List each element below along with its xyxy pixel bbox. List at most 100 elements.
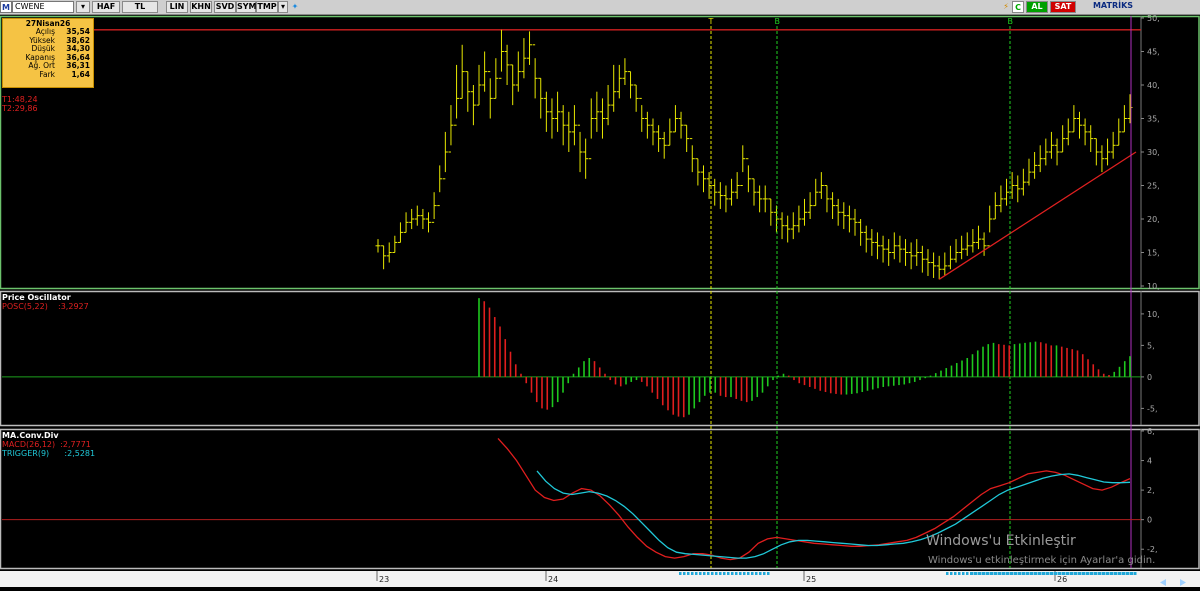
macd-tick-label: -2,: [1147, 545, 1158, 554]
scroll-right-arrow-icon[interactable]: [1180, 579, 1186, 586]
signal-label: B: [1008, 17, 1014, 26]
price-tick-label: 20,: [1147, 215, 1160, 224]
date-range-marker: [1110, 572, 1113, 575]
date-range-marker: [767, 572, 770, 575]
date-range-marker: [1130, 572, 1133, 575]
buy-button[interactable]: AL: [1026, 1, 1048, 13]
panel-frame: [0, 15, 1200, 290]
date-tick-label: 25: [806, 575, 816, 584]
macd-legend: MACD(26,12) :2,7771: [2, 440, 91, 449]
date-range-marker: [1010, 572, 1013, 575]
windows-activation-title: Windows'u Etkinleştir: [926, 533, 1076, 549]
date-range-marker: [1090, 572, 1093, 575]
template-button[interactable]: TMP: [256, 1, 278, 13]
osc-tick-label: 0: [1147, 373, 1152, 382]
macd-tick-label: 2,: [1147, 486, 1155, 495]
date-range-marker: [998, 572, 1001, 575]
date-range-marker: [739, 572, 742, 575]
osc-tick-label: 5,: [1147, 341, 1155, 350]
chart-canvas: 50, 45, 40, 35, 30, 25, 20, 15, 10, T B B 10, 5, 0 -5, 6…: [0, 14, 1200, 587]
chart-toolbar: M CWENE ▾ HAF TL LIN KHN SVD SYM TMP ▾ ✦…: [0, 0, 1200, 15]
date-range-marker: [1074, 572, 1077, 575]
matriks-brand: MATRİKS: [1088, 1, 1138, 13]
symbol-button[interactable]: SYM: [236, 1, 257, 13]
date-range-marker: [751, 572, 754, 575]
date-range-marker: [1102, 572, 1105, 575]
date-range-marker: [986, 572, 989, 575]
date-range-marker: [727, 572, 730, 575]
date-range-marker: [1134, 572, 1137, 575]
date-range-marker: [1062, 572, 1065, 575]
candle-button[interactable]: KHN: [190, 1, 212, 13]
chart-area: 50, 45, 40, 35, 30, 25, 20, 15, 10, T B B 10, 5, 0 -5, 6…: [0, 14, 1200, 587]
price-tick-label: 45,: [1147, 48, 1160, 57]
date-range-marker: [1106, 572, 1109, 575]
currency-button[interactable]: TL: [122, 1, 158, 13]
date-range-marker: [1014, 572, 1017, 575]
info-row-change: Fark 1,64: [39, 69, 90, 79]
date-range-marker: [687, 572, 690, 575]
date-range-marker: [703, 572, 706, 575]
twitter-icon[interactable]: ✦: [289, 1, 301, 13]
refresh-icon[interactable]: C: [1012, 1, 1024, 13]
date-tick-label: 23: [379, 575, 389, 584]
date-range-marker: [759, 572, 762, 575]
trend-label-t2: T2:29,86: [2, 104, 38, 113]
date-range-marker: [1046, 572, 1049, 575]
lightning-icon[interactable]: ⚡: [1000, 1, 1012, 13]
date-range-marker: [1054, 572, 1057, 575]
date-range-marker: [695, 572, 698, 575]
date-range-marker: [994, 572, 997, 575]
date-range-marker: [1082, 572, 1085, 575]
date-range-marker: [763, 572, 766, 575]
date-range-marker: [723, 572, 726, 575]
scroll-arrows[interactable]: [1158, 578, 1188, 587]
date-range-marker: [1078, 572, 1081, 575]
price-tick-label: 10,: [1147, 282, 1160, 291]
date-range-marker: [1126, 572, 1129, 575]
scroll-left-icon[interactable]: [1142, 1, 1154, 13]
date-range-marker: [1058, 572, 1061, 575]
date-range-marker: [711, 572, 714, 575]
price-tick-label: 35,: [1147, 115, 1160, 124]
date-range-marker: [966, 572, 969, 575]
date-range-marker: [715, 572, 718, 575]
date-range-marker: [958, 572, 961, 575]
date-range-marker: [974, 572, 977, 575]
date-range-marker: [755, 572, 758, 575]
period-button[interactable]: HAF: [92, 1, 120, 13]
date-range-marker: [946, 572, 949, 575]
date-range-marker: [747, 572, 750, 575]
date-tick-label: 26: [1057, 575, 1067, 584]
ohlc-info-box: 27Nisan26 Açılış 35,54 Yüksek 38,62 Düşük 3…: [2, 18, 94, 88]
price-tick-label: 30,: [1147, 148, 1160, 157]
sell-button[interactable]: SAT: [1050, 1, 1076, 13]
macd-panel-title: MA.Conv.Div: [2, 431, 59, 440]
date-range-marker: [1034, 572, 1037, 575]
date-range-marker: [1114, 572, 1117, 575]
symbol-dropdown-button[interactable]: ▾: [76, 1, 90, 13]
price-tick-label: 15,: [1147, 249, 1160, 258]
date-range-marker: [1042, 572, 1045, 575]
svd-button[interactable]: SVD: [214, 1, 236, 13]
date-range-marker: [1050, 572, 1053, 575]
date-range-marker: [1094, 572, 1097, 575]
date-range-marker: [982, 572, 985, 575]
date-range-marker: [1018, 572, 1021, 575]
date-range-marker: [1070, 572, 1073, 575]
matriks-logo-icon: M: [0, 1, 12, 13]
date-range-marker: [719, 572, 722, 575]
template-dropdown-button[interactable]: ▾: [278, 1, 288, 13]
posc-legend: POSC(5,22) :3,2927: [2, 302, 89, 311]
macd-tick-label: 4: [1147, 457, 1152, 466]
linear-scale-button[interactable]: LIN: [166, 1, 188, 13]
symbol-input[interactable]: CWENE: [12, 1, 74, 13]
date-range-marker: [978, 572, 981, 575]
date-range-marker: [950, 572, 953, 575]
date-range-marker: [1122, 572, 1125, 575]
date-range-marker: [743, 572, 746, 575]
date-range-marker: [699, 572, 702, 575]
trend-label-t1: T1:48,24: [2, 95, 38, 104]
scroll-left-arrow-icon[interactable]: [1160, 579, 1166, 586]
date-range-marker: [1086, 572, 1089, 575]
